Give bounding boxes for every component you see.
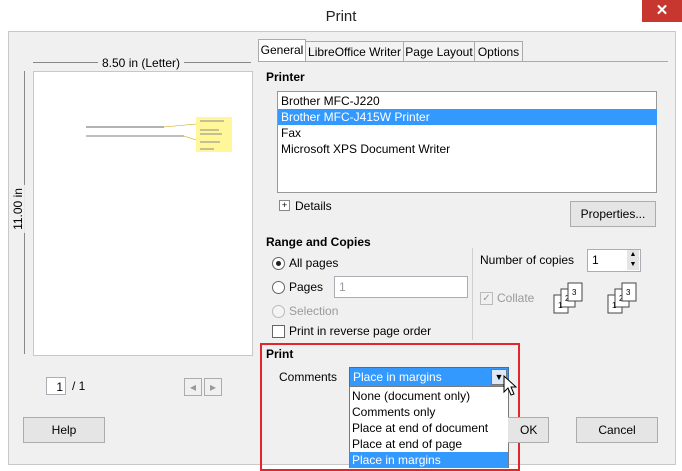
- check-icon: ✓: [482, 293, 491, 304]
- printer-item-selected[interactable]: Brother MFC-J415W Printer: [278, 109, 657, 125]
- printer-item[interactable]: Fax: [278, 125, 657, 141]
- copies-label: Number of copies: [480, 253, 575, 267]
- cancel-label: Cancel: [598, 423, 636, 437]
- details-expander[interactable]: +: [279, 200, 290, 211]
- collate-checkbox[interactable]: ✓: [480, 292, 493, 305]
- copies-stepper[interactable]: 1 ▲ ▼: [587, 249, 641, 272]
- selection-radio[interactable]: [272, 305, 285, 318]
- all-pages-label[interactable]: All pages: [289, 256, 338, 270]
- ok-button[interactable]: OK: [508, 417, 549, 443]
- close-button[interactable]: ✕: [642, 0, 682, 22]
- collate-illustration-icon: 1 2 3 1 2 3: [553, 282, 637, 314]
- pages-radio[interactable]: [272, 281, 285, 294]
- next-page-button[interactable]: ▸: [204, 378, 222, 396]
- range-separator: [472, 248, 473, 340]
- selection-label[interactable]: Selection: [289, 304, 338, 318]
- printer-item[interactable]: Microsoft XPS Document Writer: [278, 141, 657, 157]
- page-preview: [33, 71, 253, 356]
- window-title: Print: [325, 8, 357, 25]
- plus-icon: +: [281, 200, 288, 210]
- cancel-button[interactable]: Cancel: [576, 417, 658, 443]
- preview-height-label: 11.00 in: [10, 185, 25, 233]
- prev-page-button[interactable]: ◂: [184, 378, 202, 396]
- spin-up-icon[interactable]: ▲: [627, 250, 639, 260]
- preview-width-label: 8.50 in (Letter): [98, 56, 185, 70]
- svg-text:3: 3: [626, 288, 631, 297]
- tab-page-layout[interactable]: Page Layout: [403, 41, 475, 62]
- reverse-order-label[interactable]: Print in reverse page order: [289, 324, 431, 338]
- ok-label: OK: [520, 423, 538, 437]
- printer-item[interactable]: Brother MFC-J220: [278, 93, 657, 109]
- close-icon: ✕: [655, 2, 669, 19]
- annotation-highlight-box: [260, 343, 520, 471]
- pages-label[interactable]: Pages: [289, 280, 323, 294]
- tab-general[interactable]: General: [258, 39, 306, 62]
- tab-libreoffice-writer[interactable]: LibreOffice Writer: [305, 41, 404, 62]
- page-total: / 1: [72, 379, 86, 393]
- help-button[interactable]: Help: [23, 417, 105, 443]
- pages-input[interactable]: 1: [334, 276, 468, 298]
- printer-heading: Printer: [266, 70, 305, 84]
- printer-list[interactable]: Brother MFC-J220 Brother MFC-J415W Print…: [277, 91, 657, 193]
- details-label[interactable]: Details: [295, 199, 332, 213]
- tab-options[interactable]: Options: [474, 41, 523, 62]
- svg-text:3: 3: [572, 288, 577, 297]
- range-heading: Range and Copies: [266, 235, 371, 249]
- collate-label[interactable]: Collate: [497, 291, 534, 305]
- copies-value: 1: [592, 253, 599, 267]
- help-label: Help: [51, 423, 77, 437]
- chevron-right-icon: ▸: [209, 380, 217, 394]
- page-number-input[interactable]: 1: [46, 377, 66, 395]
- spin-down-icon[interactable]: ▼: [627, 260, 639, 270]
- page-thumbnail: [86, 117, 232, 152]
- properties-button[interactable]: Properties...: [570, 201, 656, 227]
- all-pages-radio[interactable]: [272, 257, 285, 270]
- reverse-order-checkbox[interactable]: [272, 325, 285, 338]
- chevron-left-icon: ◂: [189, 380, 197, 394]
